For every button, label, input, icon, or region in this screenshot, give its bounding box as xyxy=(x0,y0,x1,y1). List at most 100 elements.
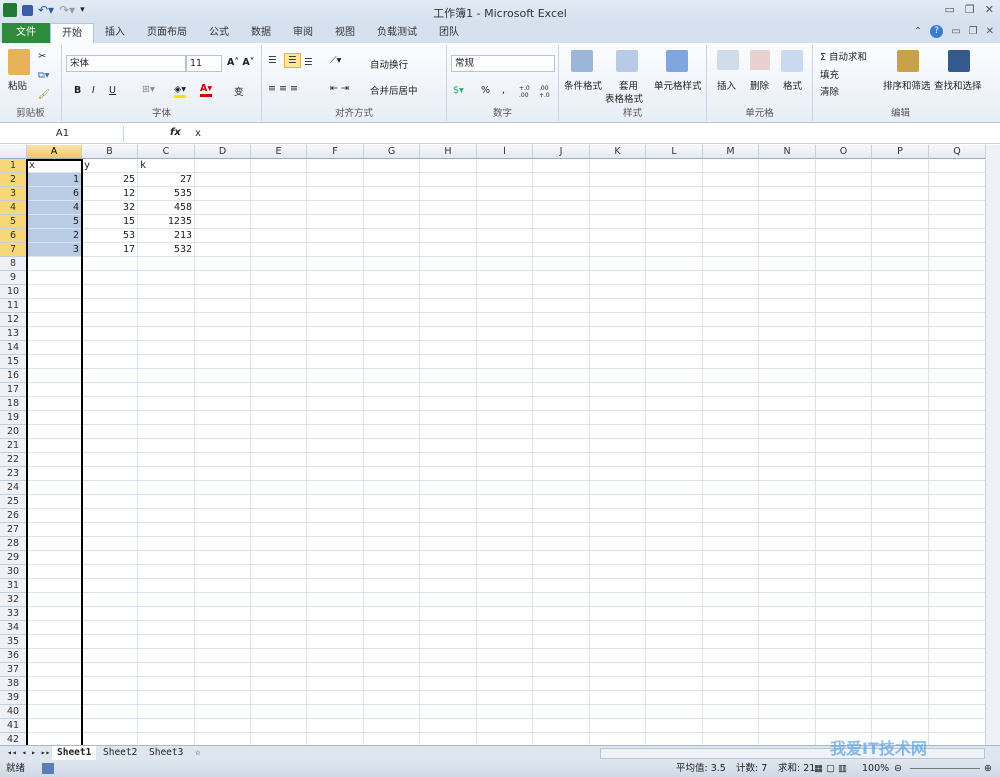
cell-J41[interactable] xyxy=(533,719,590,733)
cell-K2[interactable] xyxy=(590,173,646,187)
cell-J7[interactable] xyxy=(533,243,590,257)
cell-J9[interactable] xyxy=(533,271,590,285)
cell-H39[interactable] xyxy=(420,691,477,705)
cell-H19[interactable] xyxy=(420,411,477,425)
copy-icon[interactable]: ⧉▾ xyxy=(38,70,50,81)
cell-Q8[interactable] xyxy=(929,257,985,271)
cell-C34[interactable] xyxy=(138,621,195,635)
cell-M16[interactable] xyxy=(703,369,759,383)
cell-I20[interactable] xyxy=(477,425,533,439)
close-icon[interactable]: ✕ xyxy=(985,3,994,16)
cell-C7[interactable]: 532 xyxy=(138,243,195,257)
cell-K18[interactable] xyxy=(590,397,646,411)
cell-G30[interactable] xyxy=(364,565,420,579)
cell-M39[interactable] xyxy=(703,691,759,705)
cell-B9[interactable] xyxy=(82,271,138,285)
cell-E5[interactable] xyxy=(251,215,307,229)
column-header-I[interactable]: I xyxy=(477,145,533,159)
cell-K30[interactable] xyxy=(590,565,646,579)
cell-C17[interactable] xyxy=(138,383,195,397)
cell-G27[interactable] xyxy=(364,523,420,537)
cell-L36[interactable] xyxy=(646,649,703,663)
grow-font-icon[interactable]: A˄ A˅ xyxy=(227,57,255,68)
cell-C5[interactable]: 1235 xyxy=(138,215,195,229)
cell-H5[interactable] xyxy=(420,215,477,229)
cell-B25[interactable] xyxy=(82,495,138,509)
row-header[interactable]: 41 xyxy=(0,719,27,733)
insert-function-button[interactable]: fx xyxy=(170,127,181,138)
cell-P34[interactable] xyxy=(872,621,929,635)
cell-C25[interactable] xyxy=(138,495,195,509)
cell-D25[interactable] xyxy=(195,495,251,509)
cell-H38[interactable] xyxy=(420,677,477,691)
cell-O4[interactable] xyxy=(816,201,872,215)
cell-L26[interactable] xyxy=(646,509,703,523)
cell-D22[interactable] xyxy=(195,453,251,467)
cell-N6[interactable] xyxy=(759,229,816,243)
format-cells-button[interactable]: 格式 xyxy=(783,78,802,92)
tab-page-layout[interactable]: 页面布局 xyxy=(136,23,198,43)
cell-O22[interactable] xyxy=(816,453,872,467)
row-header[interactable]: 2 xyxy=(0,173,27,187)
cell-J16[interactable] xyxy=(533,369,590,383)
cell-D16[interactable] xyxy=(195,369,251,383)
cell-B8[interactable] xyxy=(82,257,138,271)
cell-N36[interactable] xyxy=(759,649,816,663)
row-header[interactable]: 21 xyxy=(0,439,27,453)
cell-F14[interactable] xyxy=(307,341,364,355)
cell-O16[interactable] xyxy=(816,369,872,383)
cell-F1[interactable] xyxy=(307,159,364,173)
cell-K6[interactable] xyxy=(590,229,646,243)
cell-G18[interactable] xyxy=(364,397,420,411)
cell-C35[interactable] xyxy=(138,635,195,649)
collapse-ribbon-icon[interactable]: ⌃ xyxy=(914,26,922,37)
cell-L38[interactable] xyxy=(646,677,703,691)
cell-N42[interactable] xyxy=(759,733,816,745)
cell-I38[interactable] xyxy=(477,677,533,691)
paste-icon[interactable] xyxy=(8,49,30,75)
tab-view[interactable]: 视图 xyxy=(324,23,366,43)
cell-L21[interactable] xyxy=(646,439,703,453)
clear-button[interactable]: 清除 xyxy=(820,84,839,98)
cell-N16[interactable] xyxy=(759,369,816,383)
cell-L20[interactable] xyxy=(646,425,703,439)
cell-B21[interactable] xyxy=(82,439,138,453)
zoom-slider[interactable] xyxy=(910,768,980,769)
cell-C37[interactable] xyxy=(138,663,195,677)
cell-N17[interactable] xyxy=(759,383,816,397)
cell-Q29[interactable] xyxy=(929,551,985,565)
cell-P39[interactable] xyxy=(872,691,929,705)
cell-O24[interactable] xyxy=(816,481,872,495)
cell-D15[interactable] xyxy=(195,355,251,369)
cell-J38[interactable] xyxy=(533,677,590,691)
cell-E37[interactable] xyxy=(251,663,307,677)
cell-C23[interactable] xyxy=(138,467,195,481)
cell-M26[interactable] xyxy=(703,509,759,523)
insert-sheet-icon[interactable]: ☆ xyxy=(190,746,206,760)
row-header[interactable]: 7 xyxy=(0,243,27,257)
cell-J32[interactable] xyxy=(533,593,590,607)
cell-O18[interactable] xyxy=(816,397,872,411)
cell-Q3[interactable] xyxy=(929,187,985,201)
minimize-icon[interactable]: ▭ xyxy=(945,3,955,16)
cell-B20[interactable] xyxy=(82,425,138,439)
row-header[interactable]: 8 xyxy=(0,257,27,271)
cell-J20[interactable] xyxy=(533,425,590,439)
cell-G20[interactable] xyxy=(364,425,420,439)
cell-I16[interactable] xyxy=(477,369,533,383)
cell-G34[interactable] xyxy=(364,621,420,635)
cell-E42[interactable] xyxy=(251,733,307,745)
cell-L33[interactable] xyxy=(646,607,703,621)
format-table-icon[interactable] xyxy=(616,50,638,72)
cell-M40[interactable] xyxy=(703,705,759,719)
cell-J24[interactable] xyxy=(533,481,590,495)
cell-K34[interactable] xyxy=(590,621,646,635)
cell-P30[interactable] xyxy=(872,565,929,579)
cell-B12[interactable] xyxy=(82,313,138,327)
cell-N15[interactable] xyxy=(759,355,816,369)
cell-O6[interactable] xyxy=(816,229,872,243)
cell-O36[interactable] xyxy=(816,649,872,663)
cell-L35[interactable] xyxy=(646,635,703,649)
cell-P35[interactable] xyxy=(872,635,929,649)
tab-home[interactable]: 开始 xyxy=(50,23,94,43)
